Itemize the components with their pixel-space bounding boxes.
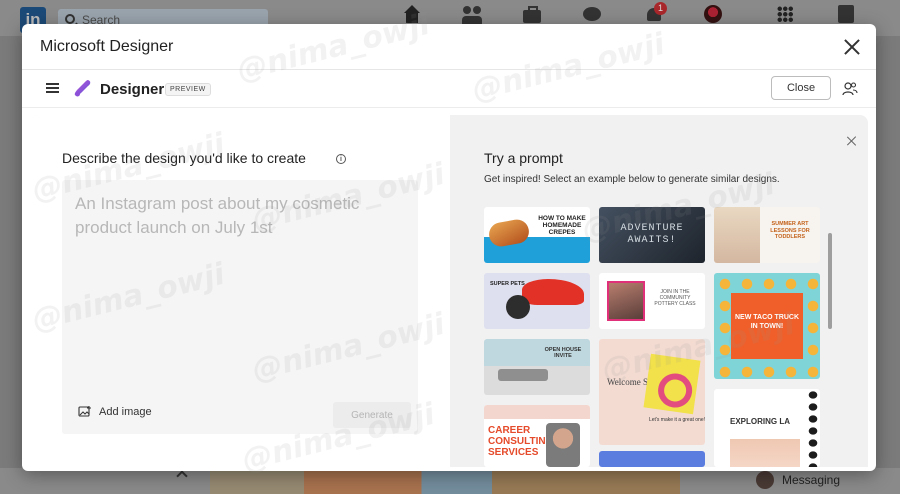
network-icon[interactable] [462,5,482,25]
preview-badge: PREVIEW [165,83,211,96]
add-image-label: Add image [99,406,152,418]
cape-image [522,279,584,305]
template-welcome-summer[interactable]: Welcome Summer 2023! Let's make it a gre… [599,339,705,445]
info-icon[interactable]: i [336,154,346,164]
summer-art-text: SUMMER ART LESSONS FOR TODDLERS [770,221,810,240]
prompt-input[interactable] [62,180,418,380]
dot-pattern [806,389,820,467]
template-open-house[interactable]: OPEN HOUSE INVITE [484,339,590,395]
prompt-box: Add image Generate [62,180,418,434]
open-house-text: OPEN HOUSE INVITE [544,347,582,359]
welcome-note: Let's make it a great one! [649,417,705,423]
notification-badge: 1 [654,2,667,15]
modal-close-icon[interactable] [842,37,862,57]
designer-content: Describe the design you'd like to create… [30,115,868,467]
career-band [484,405,590,419]
pets-text: SUPER PETS [490,281,525,287]
sofa-image [498,369,548,381]
pottery-photo [607,281,645,321]
taco-text: NEW TACO TRUCK IN TOWN! [731,293,803,359]
home-icon[interactable] [402,5,422,25]
dismiss-suggestions-icon[interactable] [847,136,857,146]
feed-image [210,468,680,494]
template-adventure[interactable]: ADVENTURE AWAITS! [599,207,705,263]
template-career-consulting[interactable]: CAREER CONSULTING SERVICES [484,405,590,467]
suggestions-subheading: Get inspired! Select an example below to… [484,174,780,185]
modal-title: Microsoft Designer [40,38,174,55]
crepes-text: HOW TO MAKE HOMEMADE CREPES [538,215,586,236]
suggestions-scrollbar[interactable] [828,233,832,329]
messaging-tray[interactable]: Messaging [756,470,840,490]
apps-grid-icon[interactable] [777,6,793,22]
messaging-avatar [756,471,774,489]
business-icon[interactable] [838,5,854,23]
prompt-panel: Describe the design you'd like to create… [30,115,450,467]
template-crepes[interactable]: HOW TO MAKE HOMEMADE CREPES [484,207,590,263]
close-button[interactable]: Close [771,76,831,100]
messaging-icon[interactable] [582,5,602,25]
template-taco-truck[interactable]: NEW TACO TRUCK IN TOWN! [714,273,820,379]
template-super-pets[interactable]: SUPER PETS [484,273,590,329]
suggestions-heading: Try a prompt [484,150,563,166]
jobs-icon[interactable] [522,5,542,25]
designer-brand: Designer [100,81,165,98]
messaging-label: Messaging [782,473,841,487]
add-image-button[interactable]: Add image [78,405,152,419]
template-summer-art[interactable]: SUMMER ART LESSONS FOR TODDLERS [714,207,820,263]
profile-avatar[interactable] [704,5,722,23]
designer-logo-icon [74,80,91,97]
explore-photo [730,439,800,467]
explore-text: EXPLORING LA [730,417,791,426]
prompt-heading: Describe the design you'd like to create [62,150,306,166]
account-icon[interactable] [842,81,858,97]
designer-modal: Microsoft Designer Designer PREVIEW Clos… [22,24,876,471]
template-exploring-la[interactable]: EXPLORING LA [714,389,820,467]
consultant-photo [546,423,580,467]
search-icon [65,14,75,24]
pottery-text: JOIN IN THE COMMUNITY POTTERY CLASS [654,289,696,307]
suggestions-panel: Try a prompt Get inspired! Select an exa… [450,115,868,467]
add-image-icon [78,406,91,417]
pool-float-photo [643,353,701,415]
generate-button[interactable]: Generate [333,402,411,428]
dog-image [506,295,530,319]
template-pottery[interactable]: JOIN IN THE COMMUNITY POTTERY CLASS [599,273,705,329]
hamburger-menu-icon[interactable] [46,83,59,93]
template-blue[interactable] [599,451,705,467]
kids-photo [714,207,760,263]
designer-toolbar: Designer PREVIEW Close [22,70,876,108]
